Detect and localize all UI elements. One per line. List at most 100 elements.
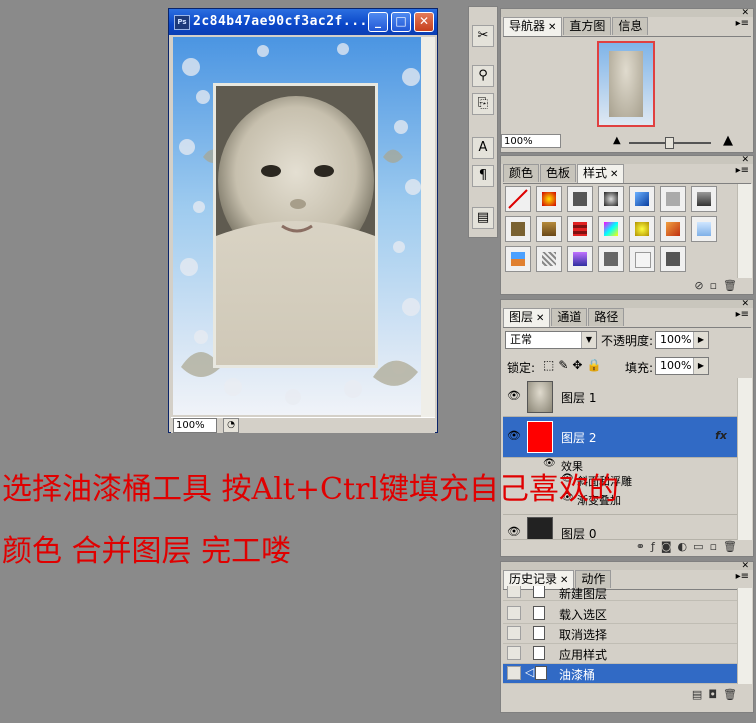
- maximize-button[interactable]: □: [391, 12, 411, 32]
- tab-swatches[interactable]: 色板: [540, 164, 577, 182]
- navigator-thumbnail[interactable]: [597, 41, 655, 127]
- new-document-icon[interactable]: ▤: [692, 688, 708, 701]
- navigator-tabs: 导航器 ✕ 直方图 信息: [503, 17, 751, 37]
- history-item[interactable]: 应用样式: [503, 644, 737, 664]
- panel-menu-icon[interactable]: ▸≡: [736, 571, 749, 582]
- delete-layer-icon[interactable]: 🗑: [723, 540, 743, 553]
- document-vertical-scrollbar[interactable]: [421, 37, 435, 417]
- history-snapshot-checkbox[interactable]: [507, 606, 521, 620]
- layer-comps-icon[interactable]: ▤: [472, 207, 494, 229]
- style-swatch[interactable]: [505, 246, 531, 272]
- history-snapshot-checkbox[interactable]: [507, 666, 521, 680]
- tab-paths[interactable]: 路径: [588, 308, 625, 326]
- panel-grip[interactable]: [501, 9, 753, 17]
- style-swatch[interactable]: [691, 186, 717, 212]
- navigator-zoom-field[interactable]: 100%: [501, 134, 561, 148]
- tab-color[interactable]: 颜色: [503, 164, 540, 182]
- layers-scrollbar[interactable]: [737, 378, 752, 540]
- style-swatch[interactable]: [567, 186, 593, 212]
- zoom-slider-handle[interactable]: [665, 137, 674, 149]
- opacity-field[interactable]: 100% ▶: [655, 331, 709, 349]
- layer-row[interactable]: 👁 图层 0: [503, 515, 737, 540]
- lock-icons[interactable]: ⬚✎✥🔒: [543, 358, 605, 372]
- layer-row[interactable]: 👁 图层 1: [503, 378, 737, 417]
- zoom-slider[interactable]: [629, 137, 711, 149]
- fx-icon[interactable]: fx: [715, 429, 727, 442]
- style-swatch[interactable]: [660, 186, 686, 212]
- zoom-in-icon[interactable]: ▲: [723, 133, 733, 148]
- new-layer-icon[interactable]: ▫: [710, 540, 723, 553]
- mask-icon[interactable]: ◙: [661, 540, 678, 553]
- history-snapshot-checkbox[interactable]: [507, 626, 521, 640]
- tools-icon[interactable]: ✂: [472, 25, 494, 47]
- history-item[interactable]: 取消选择: [503, 624, 737, 644]
- tab-layers[interactable]: 图层 ✕: [503, 308, 551, 327]
- history-snapshot-checkbox[interactable]: [507, 586, 521, 598]
- panel-menu-icon[interactable]: ▸≡: [736, 165, 749, 176]
- opacity-value: 100%: [660, 333, 692, 346]
- layer-name: 图层 1: [561, 391, 597, 405]
- group-icon[interactable]: ▭: [693, 540, 709, 553]
- style-swatch[interactable]: [598, 186, 624, 212]
- history-item[interactable]: 新建图层: [503, 586, 737, 601]
- paragraph-icon[interactable]: ¶: [472, 165, 494, 187]
- style-swatch[interactable]: [691, 216, 717, 242]
- tab-styles[interactable]: 样式 ✕: [577, 164, 625, 183]
- tab-histogram[interactable]: 直方图: [563, 17, 612, 35]
- style-swatch[interactable]: [536, 216, 562, 242]
- minimize-button[interactable]: _: [368, 12, 388, 32]
- tab-info[interactable]: 信息: [612, 17, 649, 35]
- delete-style-icon[interactable]: 🗑: [723, 279, 743, 292]
- panel-menu-icon[interactable]: ▸≡: [736, 18, 749, 29]
- style-swatch[interactable]: [567, 216, 593, 242]
- eye-icon[interactable]: 👁: [507, 429, 521, 442]
- style-swatch[interactable]: [660, 246, 686, 272]
- panel-grip[interactable]: [501, 156, 753, 164]
- eye-icon[interactable]: 👁: [507, 389, 521, 402]
- style-swatch[interactable]: [536, 186, 562, 212]
- style-swatch[interactable]: [567, 246, 593, 272]
- styles-scrollbar[interactable]: [737, 184, 752, 278]
- document-window[interactable]: Ps 2c84b47ae90cf3ac2f... _ □ ✕ 100% ◔: [168, 8, 438, 433]
- zoom-out-icon[interactable]: ▲: [613, 135, 621, 146]
- style-swatch[interactable]: [629, 216, 655, 242]
- style-swatch[interactable]: [660, 216, 686, 242]
- style-swatch[interactable]: [536, 246, 562, 272]
- panel-grip[interactable]: [501, 562, 753, 570]
- adjustment-icon[interactable]: ◐: [678, 540, 694, 553]
- new-style-icon[interactable]: ▫: [710, 279, 723, 292]
- layer-row-selected[interactable]: 👁 图层 2 fx: [503, 417, 737, 458]
- clear-style-icon[interactable]: ⊘: [694, 279, 709, 292]
- style-swatch-none[interactable]: [505, 186, 531, 212]
- tab-navigator[interactable]: 导航器 ✕: [503, 17, 563, 36]
- image-canvas[interactable]: [173, 37, 428, 415]
- status-menu-icon[interactable]: ◔: [223, 418, 239, 433]
- fill-field[interactable]: 100% ▶: [655, 357, 709, 375]
- eye-icon[interactable]: 👁: [507, 525, 521, 538]
- document-zoom-field[interactable]: 100%: [173, 418, 217, 433]
- blend-mode-select[interactable]: 正常 ▼: [505, 331, 597, 349]
- document-title-bar[interactable]: Ps 2c84b47ae90cf3ac2f... _ □ ✕: [169, 9, 437, 35]
- brush-icon[interactable]: ⚲: [472, 65, 494, 87]
- snapshot-icon[interactable]: ◘: [708, 688, 723, 701]
- style-swatch[interactable]: [505, 216, 531, 242]
- delete-state-icon[interactable]: 🗑: [723, 688, 743, 701]
- style-swatch[interactable]: [598, 216, 624, 242]
- tab-channels[interactable]: 通道: [551, 308, 588, 326]
- history-item[interactable]: 载入选区: [503, 604, 737, 624]
- history-snapshot-checkbox[interactable]: [507, 646, 521, 660]
- clone-stamp-icon[interactable]: ⎘: [472, 93, 494, 115]
- fill-value: 100%: [660, 359, 692, 372]
- character-icon[interactable]: A: [472, 137, 494, 159]
- panel-menu-icon[interactable]: ▸≡: [736, 309, 749, 320]
- history-item-label: 载入选区: [559, 608, 608, 622]
- style-swatch[interactable]: [629, 246, 655, 272]
- style-swatch[interactable]: [629, 186, 655, 212]
- panel-grip[interactable]: [501, 300, 753, 308]
- fx-menu-icon[interactable]: ƒ: [651, 540, 661, 553]
- close-button[interactable]: ✕: [414, 12, 434, 32]
- link-icon[interactable]: ⚭: [636, 540, 651, 553]
- style-swatch[interactable]: [598, 246, 624, 272]
- history-item-selected[interactable]: ◁ 油漆桶: [503, 664, 737, 684]
- history-scrollbar[interactable]: [737, 588, 752, 684]
